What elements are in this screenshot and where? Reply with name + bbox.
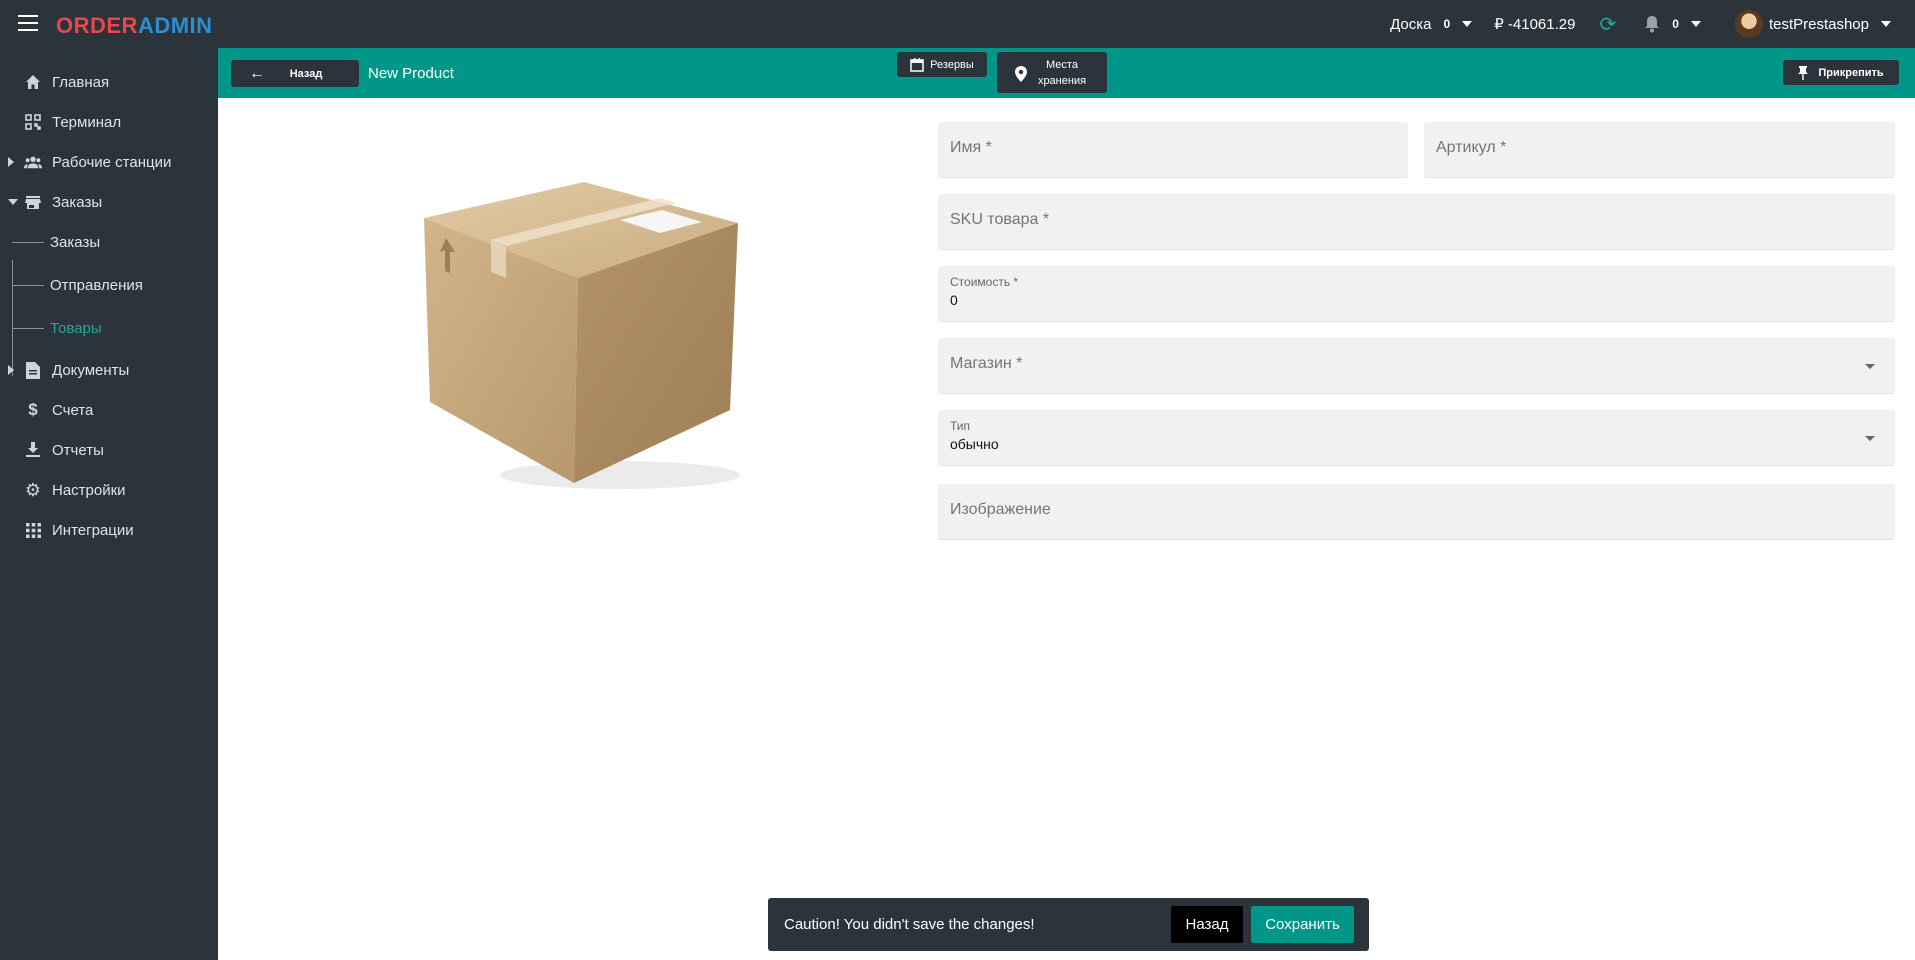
top-right-controls: Доска 0 ₽ -41061.29 ⟳ 0 testPrestashop — [1368, 0, 1891, 48]
sidebar-subitem-label: Товары — [50, 319, 102, 337]
storage-locations-button[interactable]: Места хранения — [997, 52, 1107, 93]
sku-field[interactable]: SKU товара * — [938, 194, 1895, 250]
sidebar-item-label: Заказы — [52, 193, 103, 211]
bell-icon — [1645, 16, 1660, 33]
sidebar-item-settings[interactable]: ⚙ Настройки — [0, 474, 218, 506]
sidebar-item-invoices[interactable]: $ Счета — [0, 394, 218, 426]
avatar — [1734, 10, 1763, 38]
image-field[interactable]: Изображение — [938, 484, 1895, 540]
cost-field-value: 0 — [950, 292, 958, 308]
board-caret-icon — [1462, 21, 1473, 27]
sidebar-item-orders[interactable]: Заказы — [0, 186, 218, 218]
location-pin-icon — [1015, 66, 1027, 82]
action-bar: ← Назад New Product Резервы Места хранени… — [218, 48, 1915, 98]
app-logo[interactable]: ORDERADMIN — [56, 13, 213, 39]
sku-field-placeholder: SKU товара * — [950, 211, 1050, 228]
sidebar-subitem-orders[interactable]: Заказы — [12, 229, 100, 255]
unsaved-changes-snackbar: Caution! You didn't save the changes! На… — [768, 898, 1369, 951]
sidebar-item-label: Рабочие станции — [52, 153, 172, 171]
sidebar-item-label: Главная — [52, 73, 110, 91]
sidebar-item-integrations[interactable]: Интеграции — [0, 514, 218, 546]
hamburger-menu-icon[interactable] — [18, 15, 38, 31]
balance: ₽ -41061.29 — [1494, 15, 1575, 33]
sidebar-subitem-products[interactable]: Товары — [12, 315, 102, 341]
grid-icon — [24, 521, 42, 539]
back-button[interactable]: ← Назад — [231, 60, 359, 87]
sidebar-item-terminal[interactable]: Терминал — [0, 106, 218, 138]
dollar-icon: $ — [28, 400, 38, 419]
document-icon — [24, 361, 42, 379]
sidebar-subitem-shipments[interactable]: Отправления — [12, 272, 143, 298]
article-field[interactable]: Артикул * — [1424, 122, 1895, 178]
username: testPrestashop — [1768, 15, 1869, 33]
notifications-count: 0 — [1672, 17, 1679, 31]
back-button-label: Назад — [289, 67, 323, 80]
product-box-image — [424, 182, 740, 489]
sidebar-item-label: Настройки — [52, 481, 126, 499]
home-icon — [24, 73, 42, 91]
sidebar-item-label: Интеграции — [52, 521, 134, 539]
tree-branch — [12, 327, 44, 329]
shop-select-placeholder: Магазин * — [950, 355, 1023, 372]
arrow-left-icon: ← — [249, 64, 265, 82]
snackbar-message: Caution! You didn't save the changes! — [784, 916, 1035, 933]
snackbar-back-button[interactable]: Назад — [1171, 906, 1243, 943]
pin-button-label: Прикрепить — [1818, 66, 1884, 79]
board-selector[interactable]: Доска 0 — [1390, 15, 1473, 33]
expand-arrow-icon — [8, 157, 14, 167]
name-field-placeholder: Имя * — [950, 139, 992, 156]
name-field[interactable]: Имя * — [938, 122, 1408, 178]
tree-branch — [12, 241, 44, 243]
dropdown-arrow-icon — [1865, 436, 1875, 441]
people-icon — [24, 153, 42, 171]
tree-branch — [12, 284, 44, 286]
pin-button[interactable]: Прикрепить — [1783, 60, 1899, 85]
calendar-icon — [910, 57, 924, 72]
sidebar: Главная Терминал Рабочие станции Заказы … — [0, 48, 218, 960]
gear-icon: ⚙ — [24, 479, 42, 500]
sidebar-item-label: Документы — [52, 361, 130, 379]
expand-arrow-icon — [8, 365, 14, 375]
sidebar-item-label: Счета — [52, 401, 94, 419]
cost-field-label: Стоимость * — [950, 275, 1019, 289]
pushpin-icon — [1798, 65, 1809, 80]
sidebar-subitem-label: Заказы — [50, 233, 101, 251]
user-caret-icon — [1881, 21, 1891, 27]
reserves-button[interactable]: Резервы — [897, 52, 987, 77]
image-field-placeholder: Изображение — [950, 501, 1051, 518]
logo-part-order: ORDER — [56, 13, 138, 38]
logo-part-admin: ADMIN — [137, 13, 213, 38]
sidebar-item-label: Терминал — [52, 113, 122, 131]
user-menu[interactable]: testPrestashop — [1701, 10, 1891, 38]
board-label: Доска — [1390, 15, 1432, 33]
sidebar-item-reports[interactable]: Отчеты — [0, 434, 218, 466]
dropdown-arrow-icon — [1865, 364, 1875, 369]
type-select[interactable]: Тип обычно — [938, 410, 1895, 466]
collapse-arrow-icon — [8, 199, 18, 205]
balance-value: ₽ -41061.29 — [1494, 16, 1576, 33]
qr-code-icon — [24, 113, 42, 131]
sidebar-subitem-label: Отправления — [50, 276, 143, 294]
locations-label-line2: хранения — [1037, 74, 1087, 87]
notifications-menu[interactable]: 0 — [1616, 15, 1701, 33]
sidebar-item-documents[interactable]: Документы — [0, 354, 218, 386]
reserves-button-label: Резервы — [930, 58, 974, 71]
refresh-icon[interactable]: ⟳ — [1599, 12, 1616, 37]
notifications-caret-icon — [1690, 21, 1701, 27]
board-count: 0 — [1443, 17, 1451, 31]
shop-select[interactable]: Магазин * — [938, 338, 1895, 394]
article-field-placeholder: Артикул * — [1436, 139, 1507, 156]
download-icon — [24, 441, 42, 459]
sidebar-item-workstations[interactable]: Рабочие станции — [0, 146, 218, 178]
sidebar-item-home[interactable]: Главная — [0, 66, 218, 98]
locations-label-line1: Места — [1046, 58, 1078, 71]
type-select-value: обычно — [950, 436, 999, 452]
cost-field[interactable]: Стоимость * 0 — [938, 266, 1895, 322]
top-bar: ORDERADMIN Доска 0 ₽ -41061.29 ⟳ 0 testP… — [0, 0, 1915, 48]
sidebar-item-label: Отчеты — [52, 441, 104, 459]
page-title: New Product — [368, 65, 454, 82]
type-select-label: Тип — [950, 419, 971, 433]
save-button[interactable]: Сохранить — [1251, 906, 1354, 943]
store-icon — [24, 193, 42, 211]
